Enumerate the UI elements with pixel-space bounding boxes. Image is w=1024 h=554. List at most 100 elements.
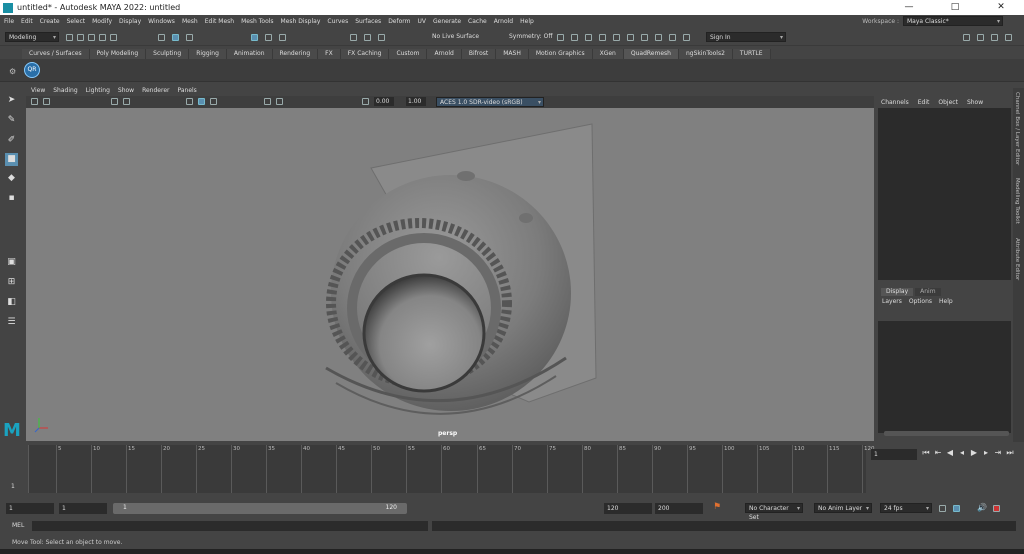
fps-dropdown[interactable]: 24 fps [880,503,932,513]
shelf-tab-arnold[interactable]: Arnold [427,49,462,59]
time-grid[interactable]: 5 10 15 20 25 30 35 40 45 50 55 60 65 70 75 80 85 90 95 100… [28,445,875,493]
menu-create[interactable]: Create [40,18,60,25]
playback-start-field[interactable]: 1 [59,503,107,514]
menu-uv[interactable]: UV [418,18,427,25]
ipr-render-icon[interactable] [378,34,385,41]
grid-icon[interactable] [111,98,118,105]
redo-icon[interactable] [110,34,117,41]
play-backward-icon[interactable]: ◂ [956,448,968,458]
playback-end-field[interactable]: 120 [604,503,652,514]
viewport-menu-shading[interactable]: Shading [53,87,77,96]
time-slider[interactable]: 5 10 15 20 25 30 35 40 45 50 55 60 65 70 75 80 85 90 95 100… [8,443,875,495]
select-hierarchy-icon[interactable] [158,34,165,41]
step-back-key-icon[interactable]: ⇤ [932,448,944,458]
menu-deform[interactable]: Deform [388,18,410,25]
menu-mesh[interactable]: Mesh [182,18,198,25]
step-forward-key-icon[interactable]: ⇥ [992,448,1004,458]
shelf-tab-custom[interactable]: Custom [389,49,428,59]
help-menu[interactable]: Help [939,298,953,305]
lasso-tool-icon[interactable]: ✎ [5,114,18,127]
isolate-select-icon[interactable] [264,98,271,105]
toggle-icon-10[interactable] [683,34,690,41]
menu-mesh-tools[interactable]: Mesh Tools [241,18,273,25]
shelf-tab-motion-graphics[interactable]: Motion Graphics [528,49,593,59]
channels-menu[interactable]: Channels [881,99,909,106]
step-back-frame-icon[interactable]: ◀ [944,448,956,458]
toggle-icon-8[interactable] [655,34,662,41]
film-gate-icon[interactable] [123,98,130,105]
preferences-icon[interactable] [953,505,960,512]
options-menu[interactable]: Options [909,298,932,305]
toggle-icon-4[interactable] [599,34,606,41]
shelf-tab-quadremesh[interactable]: QuadRemesh [623,49,679,59]
xray-icon[interactable] [276,98,283,105]
workspace-dropdown[interactable]: Maya Classic* [903,16,1003,26]
live-surface-field[interactable]: No Live Surface [432,33,479,40]
menuset-dropdown[interactable]: Modeling [5,32,59,42]
undo-icon[interactable] [99,34,106,41]
attribute-editor-icon[interactable] [977,34,984,41]
menu-edit-mesh[interactable]: Edit Mesh [205,18,234,25]
side-tab-channel-box[interactable]: Channel Box / Layer Editor [1014,92,1020,165]
shelf-tab-rigging[interactable]: Rigging [189,49,227,59]
layer-tab-display[interactable]: Display [881,288,914,296]
shelf-tab-bifrost[interactable]: Bifrost [461,49,497,59]
shelf-tab-fx[interactable]: FX [318,49,341,59]
side-tab-attribute-editor[interactable]: Attribute Editor [1014,238,1020,280]
textured-icon[interactable] [210,98,217,105]
go-to-start-icon[interactable]: ⏮ [920,448,932,458]
object-menu[interactable]: Object [938,99,958,106]
animation-end-field[interactable]: 200 [655,503,703,514]
save-scene-icon[interactable] [88,34,95,41]
toggle-icon-5[interactable] [613,34,620,41]
gamma-field[interactable]: 1.00 [406,97,426,106]
sound-icon[interactable]: 🔊 [977,503,987,512]
toggle-icon-7[interactable] [641,34,648,41]
menu-display[interactable]: Display [119,18,141,25]
shelf-tab-animation[interactable]: Animation [226,49,273,59]
toggle-icon-6[interactable] [627,34,634,41]
current-frame-field[interactable]: 1 [871,449,917,460]
edit-menu[interactable]: Edit [918,99,930,106]
outliner-layout-icon[interactable]: ☰ [5,316,18,329]
smooth-shade-icon[interactable] [198,98,205,105]
shelf-tab-fx-caching[interactable]: FX Caching [340,49,390,59]
snap-grid-icon[interactable] [251,34,258,41]
move-tool-icon[interactable]: ■ [5,153,18,166]
layer-tab-anim[interactable]: Anim [915,288,941,296]
paint-select-tool-icon[interactable]: ✐ [5,134,18,147]
menu-arnold[interactable]: Arnold [494,18,513,25]
side-tab-modelling-toolkit[interactable]: Modelling Toolkit [1014,178,1020,224]
layout-two-icon[interactable]: ◧ [5,296,18,309]
menu-modify[interactable]: Modify [92,18,112,25]
command-input[interactable] [32,521,428,531]
show-menu[interactable]: Show [967,99,983,106]
render-icon[interactable] [364,34,371,41]
exposure-icon[interactable] [362,98,369,105]
play-forward-icon[interactable]: ▶ [968,448,980,458]
menu-windows[interactable]: Windows [148,18,175,25]
menu-mesh-display[interactable]: Mesh Display [281,18,321,25]
layer-list[interactable] [878,321,1011,433]
select-component-icon[interactable] [186,34,193,41]
layers-menu[interactable]: Layers [882,298,902,305]
sign-in-dropdown[interactable]: Sign In [706,32,786,42]
menu-generate[interactable]: Generate [433,18,461,25]
scale-tool-icon[interactable]: ▪ [5,192,18,205]
menu-help[interactable]: Help [520,18,534,25]
shelf-tab-poly-modeling[interactable]: Poly Modeling [89,49,147,59]
viewport-menu-lighting[interactable]: Lighting [86,87,110,96]
menu-file[interactable]: File [4,18,14,25]
close-button[interactable]: ✕ [978,0,1024,15]
layout-four-icon[interactable]: ⊞ [5,276,18,289]
shelf-options-icon[interactable]: ⚙ [9,67,16,76]
open-scene-icon[interactable] [77,34,84,41]
new-scene-icon[interactable] [66,34,73,41]
quadremesh-button[interactable]: QR [24,62,40,78]
select-object-icon[interactable] [172,34,179,41]
step-forward-frame-icon[interactable]: ▸ [980,448,992,458]
toggle-icon-3[interactable] [585,34,592,41]
color-space-dropdown[interactable]: ACES 1.0 SDR-video (sRGB) [436,97,544,107]
symmetry-dropdown[interactable]: Symmetry: Off [509,33,552,40]
minimize-button[interactable]: — [886,0,932,15]
